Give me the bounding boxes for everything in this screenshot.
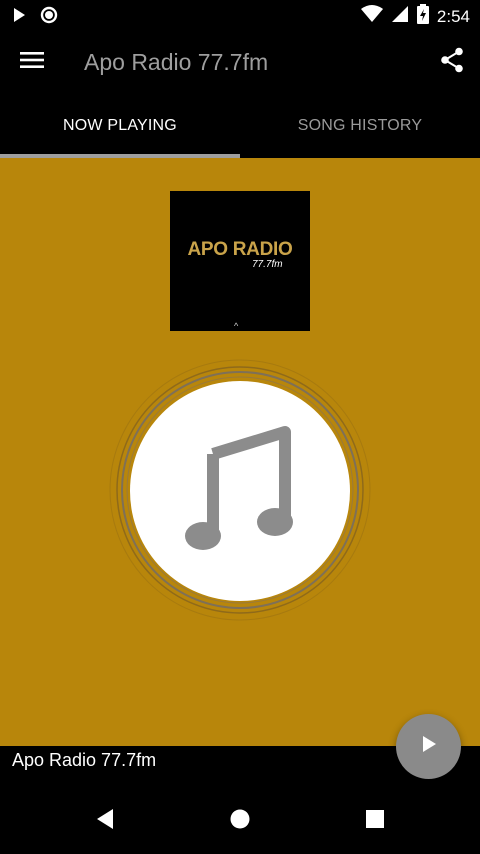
status-time: 2:54: [436, 6, 470, 26]
tab-bar: NOW PLAYING SONG HISTORY: [0, 94, 480, 158]
play-icon: [12, 7, 26, 28]
recents-icon: [365, 809, 385, 834]
tab-song-history[interactable]: SONG HISTORY: [240, 94, 480, 158]
play-icon: [421, 735, 437, 758]
app-bar: Apo Radio 77.7fm: [0, 30, 480, 94]
record-icon: [40, 6, 58, 29]
share-icon: [440, 47, 464, 78]
home-icon: [229, 808, 251, 835]
play-button[interactable]: [396, 714, 461, 779]
wifi-icon: [360, 5, 383, 28]
signal-icon: [391, 5, 409, 28]
back-icon: [95, 808, 115, 835]
logo-caret-icon: ^: [234, 321, 239, 331]
home-button[interactable]: [225, 806, 255, 836]
status-bar: 2:54: [0, 0, 480, 30]
menu-button[interactable]: [14, 48, 50, 76]
logo-frequency: 77.7fm: [252, 259, 283, 270]
now-playing-panel: APO RADIO 77.7fm ^: [0, 158, 480, 746]
tab-now-playing[interactable]: NOW PLAYING: [0, 94, 240, 158]
menu-icon: [20, 50, 44, 75]
app-title: Apo Radio 77.7fm: [84, 49, 269, 75]
album-art: [130, 381, 350, 601]
station-name: Apo Radio 77.7fm: [12, 750, 157, 770]
back-button[interactable]: [90, 806, 120, 836]
share-button[interactable]: [436, 46, 468, 78]
recents-button[interactable]: [360, 806, 390, 836]
station-logo: APO RADIO 77.7fm ^: [170, 191, 310, 331]
battery-icon: [416, 4, 429, 29]
music-note-icon: [185, 424, 295, 559]
logo-text: APO RADIO: [187, 239, 293, 260]
system-nav-bar: [0, 786, 480, 854]
